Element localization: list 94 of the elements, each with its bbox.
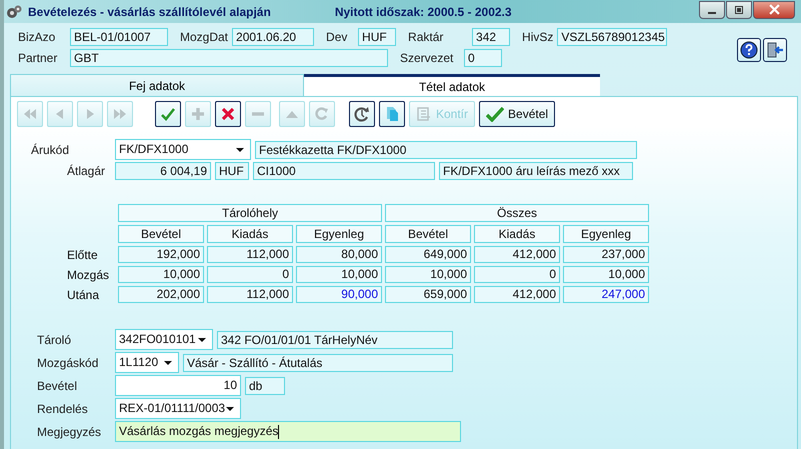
table-cell: 192,000: [118, 246, 204, 263]
cross-icon: [220, 106, 236, 122]
field-label: Dev: [326, 30, 348, 44]
item-code-dropdown[interactable]: FK/DFX1000: [115, 139, 251, 160]
text-field[interactable]: Vásár - Szállító - Átutalás: [183, 354, 453, 372]
column-header: Egyenleg: [563, 225, 649, 243]
text-field[interactable]: FK/DFX1000 áru leírás mező xxx: [439, 162, 633, 180]
maximize-icon: [734, 4, 744, 14]
field-label: Bevétel: [36, 378, 78, 392]
text-field[interactable]: CI1000: [253, 162, 435, 180]
column-header: Egyenleg: [296, 225, 382, 243]
check-icon: [486, 106, 504, 122]
help-button[interactable]: [737, 38, 761, 62]
maximize-button[interactable]: [726, 0, 752, 18]
table-cell: 10,000: [563, 266, 649, 283]
check-icon: [160, 106, 176, 122]
row-label: Előtte: [66, 248, 99, 262]
refresh-button[interactable]: [349, 101, 375, 127]
note-field[interactable]: Vásárlás mozgás megjegyzés: [115, 421, 461, 442]
table-cell: 10,000: [296, 266, 382, 283]
minimize-icon: [708, 12, 716, 14]
table-cell: 10,000: [385, 266, 471, 283]
storage-dropdown[interactable]: 342FO010101: [115, 329, 213, 350]
table-cell: 90,000: [296, 286, 382, 303]
column-header: Bevétel: [118, 225, 204, 243]
row-label: Utána: [66, 288, 100, 302]
column-header: Bevétel: [385, 225, 471, 243]
clock-arrow-icon: [354, 106, 370, 122]
minimize-button[interactable]: [699, 0, 725, 18]
tab[interactable]: Fej adatok: [10, 74, 304, 96]
field-label: Megjegyzés: [36, 424, 102, 438]
text-field[interactable]: HUF: [358, 28, 396, 46]
text-field[interactable]: 342: [472, 28, 510, 46]
gears-icon: [6, 4, 22, 20]
text-field[interactable]: BEL-01/01007: [70, 28, 168, 46]
table-cell: 10,000: [118, 266, 204, 283]
table-cell: 649,000: [385, 246, 471, 263]
field-label: Mozgáskód: [36, 356, 100, 370]
documents-icon: [384, 106, 400, 122]
exit-door-icon: [765, 40, 785, 60]
text-field[interactable]: db: [245, 376, 285, 394]
table-cell: 247,000: [563, 286, 649, 303]
window-title: Bevételezés - vásárlás szállítólevél alapján: [28, 4, 271, 18]
table-cell: 0: [207, 266, 293, 283]
field-label: Raktár: [408, 30, 444, 44]
text-field[interactable]: 6 004,19: [115, 162, 211, 180]
text-field[interactable]: GBT: [70, 49, 388, 67]
text-field[interactable]: Festékkazetta FK/DFX1000: [255, 140, 637, 158]
table-cell: 112,000: [207, 286, 293, 303]
table-cell: 80,000: [296, 246, 382, 263]
text-field[interactable]: 342 FO/01/01/01 TárHelyNév: [217, 330, 453, 348]
group-header: Tárolóhely: [118, 204, 382, 222]
column-header: Kiadás: [207, 225, 293, 243]
movement-code-dropdown[interactable]: 1L1120: [115, 352, 179, 373]
close-button[interactable]: [753, 0, 795, 18]
order-dropdown[interactable]: REX-01/01111/0003: [115, 398, 241, 419]
table-cell: 237,000: [563, 246, 649, 263]
text-field[interactable]: 2001.06.20: [232, 28, 314, 46]
table-cell: 412,000: [474, 286, 560, 303]
text-field[interactable]: VSZL56789012345: [557, 28, 668, 46]
delete-button[interactable]: [215, 101, 241, 127]
field-label: BizAzo: [18, 30, 56, 44]
help-icon: [739, 40, 759, 60]
field-label: HivSz: [522, 30, 554, 44]
field-label: Árukód: [31, 142, 70, 156]
table-cell: 659,000: [385, 286, 471, 303]
close-icon: [768, 4, 780, 15]
field-label: Rendelés: [36, 402, 89, 416]
tab[interactable]: Tétel adatok: [304, 74, 600, 96]
field-label: Szervezet: [400, 51, 454, 65]
row-label: Mozgás: [66, 268, 110, 282]
double-left-arrow-icon: [22, 106, 38, 122]
table-cell: 0: [474, 266, 560, 283]
quantity-field[interactable]: 10: [115, 375, 241, 396]
plus-icon: [190, 106, 206, 122]
table-cell: 202,000: [118, 286, 204, 303]
field-label: Átlagár: [66, 164, 106, 178]
field-label: Tároló: [36, 332, 72, 346]
table-cell: 112,000: [207, 246, 293, 263]
circular-arrow-icon: [314, 106, 330, 122]
receive-button[interactable]: Bevétel: [479, 101, 556, 127]
confirm-button[interactable]: [155, 101, 181, 127]
text-field[interactable]: HUF: [215, 162, 249, 180]
copy-button[interactable]: [379, 101, 405, 127]
group-header: Összes: [385, 204, 649, 222]
field-label: MozgDat: [180, 30, 228, 44]
exit-button[interactable]: [763, 38, 787, 62]
double-right-arrow-icon: [112, 106, 128, 122]
table-cell: 412,000: [474, 246, 560, 263]
open-period: Nyitott időszak: 2000.5 - 2002.3: [334, 4, 512, 18]
text-field[interactable]: 0: [464, 49, 502, 67]
field-label: Partner: [18, 51, 58, 65]
column-header: Kiadás: [474, 225, 560, 243]
document-icon: [416, 106, 432, 122]
